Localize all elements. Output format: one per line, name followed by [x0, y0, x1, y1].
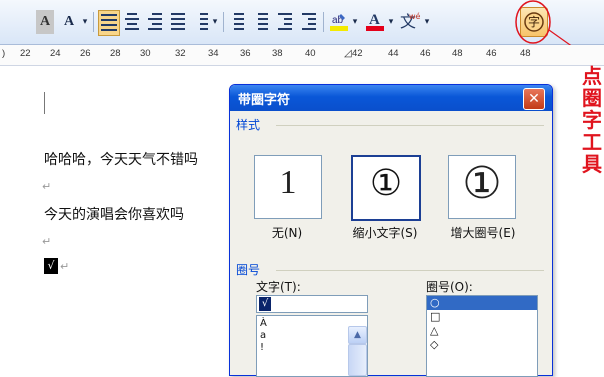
- list-item[interactable]: !: [260, 342, 264, 353]
- enclosure-group-label: 圈号: [236, 263, 261, 277]
- ruler-tick: 48: [452, 48, 463, 59]
- enclosure-option-square[interactable]: □: [430, 310, 440, 323]
- ruler-tick: 38: [272, 48, 283, 59]
- ruler-tick: 48: [520, 48, 531, 59]
- group-divider: [276, 270, 544, 271]
- tab-stop-icon[interactable]: ◿: [344, 48, 352, 59]
- style-option-enlarge-symbol[interactable]: ①: [448, 155, 516, 219]
- scroll-up-icon[interactable]: ▲: [348, 326, 367, 344]
- enclosure-list[interactable]: ○ □ △ ◇: [426, 295, 538, 377]
- annotation-circle: [515, 0, 551, 44]
- list-item[interactable]: À: [260, 318, 267, 329]
- paragraph-mark: ↵: [42, 180, 52, 193]
- ruler-tick: 36: [240, 48, 251, 59]
- paragraph-mark: ↵: [42, 235, 52, 248]
- style-preview: ①: [369, 163, 403, 204]
- ruler-tick: 40: [305, 48, 316, 59]
- enclose-characters-dialog: 带圈字符 ✕ 样式 1 ① ① 无(N) 缩小文字(S) 增大圈号(E) 圈号 …: [229, 84, 553, 377]
- selected-checkmark[interactable]: √: [44, 258, 58, 274]
- ruler-mark: ): [2, 48, 6, 59]
- group-divider: [276, 125, 544, 126]
- style-option-none[interactable]: 1: [254, 155, 322, 219]
- scrollbar-thumb[interactable]: [348, 344, 367, 376]
- dialog-title: 带圈字符: [238, 93, 291, 108]
- ruler-tick: 28: [110, 48, 121, 59]
- ruler-tick: 22: [20, 48, 31, 59]
- horizontal-ruler[interactable]: ) 22 24 26 28 30 32 34 36 38 40 ◿ 42 44 …: [0, 45, 604, 66]
- dialog-titlebar[interactable]: 带圈字符 ✕: [230, 85, 552, 111]
- enclosure-option-triangle[interactable]: △: [430, 324, 438, 337]
- ruler-tick: 24: [50, 48, 61, 59]
- document-line-2[interactable]: 今天的演唱会你喜欢吗: [44, 204, 184, 224]
- ruler-tick: 30: [140, 48, 151, 59]
- ruler-tick: 26: [80, 48, 91, 59]
- style-group-label: 样式: [236, 118, 261, 132]
- ruler-tick: 42: [352, 48, 363, 59]
- ruler-tick: 44: [388, 48, 399, 59]
- annotation-char: 具: [582, 152, 602, 176]
- document-line-1[interactable]: 哈哈哈，今天天气不错吗: [44, 149, 198, 169]
- text-input[interactable]: √: [256, 295, 368, 313]
- list-item[interactable]: a: [260, 330, 266, 341]
- text-list[interactable]: À a ! ▲: [256, 315, 368, 377]
- style-option-shrink-text[interactable]: ①: [351, 155, 421, 221]
- style-preview: ①: [462, 158, 502, 209]
- text-field-label: 文字(T):: [256, 280, 301, 294]
- close-icon[interactable]: ✕: [523, 88, 545, 110]
- ruler-tick: 46: [420, 48, 431, 59]
- ruler-tick: 32: [175, 48, 186, 59]
- text-input-value: √: [259, 297, 271, 311]
- style-option-label[interactable]: 无(N): [252, 224, 322, 241]
- enclosure-option-circle[interactable]: ○: [430, 296, 440, 309]
- enclosure-field-label: 圈号(O):: [426, 280, 473, 294]
- margin-marker: [44, 92, 45, 114]
- ruler-tick: 34: [208, 48, 219, 59]
- style-option-label[interactable]: 缩小文字(S): [342, 224, 428, 241]
- selected-row-highlight: [427, 296, 537, 310]
- style-option-label[interactable]: 增大圈号(E): [440, 224, 526, 241]
- ruler-tick: 46: [486, 48, 497, 59]
- enclosure-option-diamond[interactable]: ◇: [430, 338, 438, 351]
- style-preview: 1: [279, 164, 297, 201]
- paragraph-mark: ↵: [60, 260, 70, 273]
